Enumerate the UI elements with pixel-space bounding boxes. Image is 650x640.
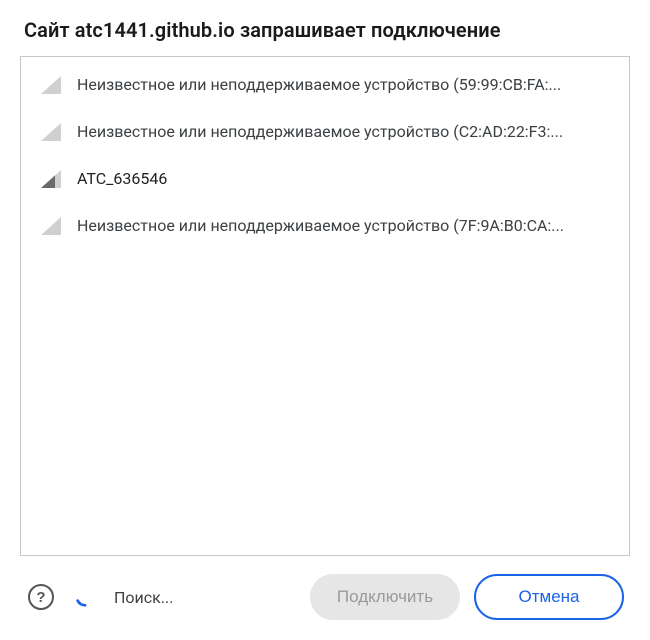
signal-strength-icon: [41, 123, 61, 141]
dialog-title: Сайт atc1441.github.io запрашивает подкл…: [24, 18, 630, 42]
device-row[interactable]: ATC_636546: [21, 155, 629, 202]
signal-strength-icon: [41, 217, 61, 235]
device-label: Неизвестное или неподдерживаемое устройс…: [77, 216, 564, 235]
signal-strength-icon: [41, 76, 61, 94]
scanning-spinner-icon: [74, 586, 96, 608]
device-row[interactable]: Неизвестное или неподдерживаемое устройс…: [21, 108, 629, 155]
help-button[interactable]: ?: [28, 584, 54, 610]
device-row[interactable]: Неизвестное или неподдерживаемое устройс…: [21, 202, 629, 249]
device-row[interactable]: Неизвестное или неподдерживаемое устройс…: [21, 61, 629, 108]
cancel-button[interactable]: Отмена: [474, 574, 624, 620]
device-list: Неизвестное или неподдерживаемое устройс…: [20, 56, 630, 556]
dialog-footer: ? Поиск... Подключить Отмена: [20, 556, 630, 622]
device-label: Неизвестное или неподдерживаемое устройс…: [77, 122, 563, 141]
scanning-label: Поиск...: [114, 588, 173, 607]
device-label: ATC_636546: [77, 169, 167, 188]
signal-strength-icon: [41, 170, 61, 188]
device-label: Неизвестное или неподдерживаемое устройс…: [77, 75, 561, 94]
connect-button: Подключить: [310, 574, 460, 620]
